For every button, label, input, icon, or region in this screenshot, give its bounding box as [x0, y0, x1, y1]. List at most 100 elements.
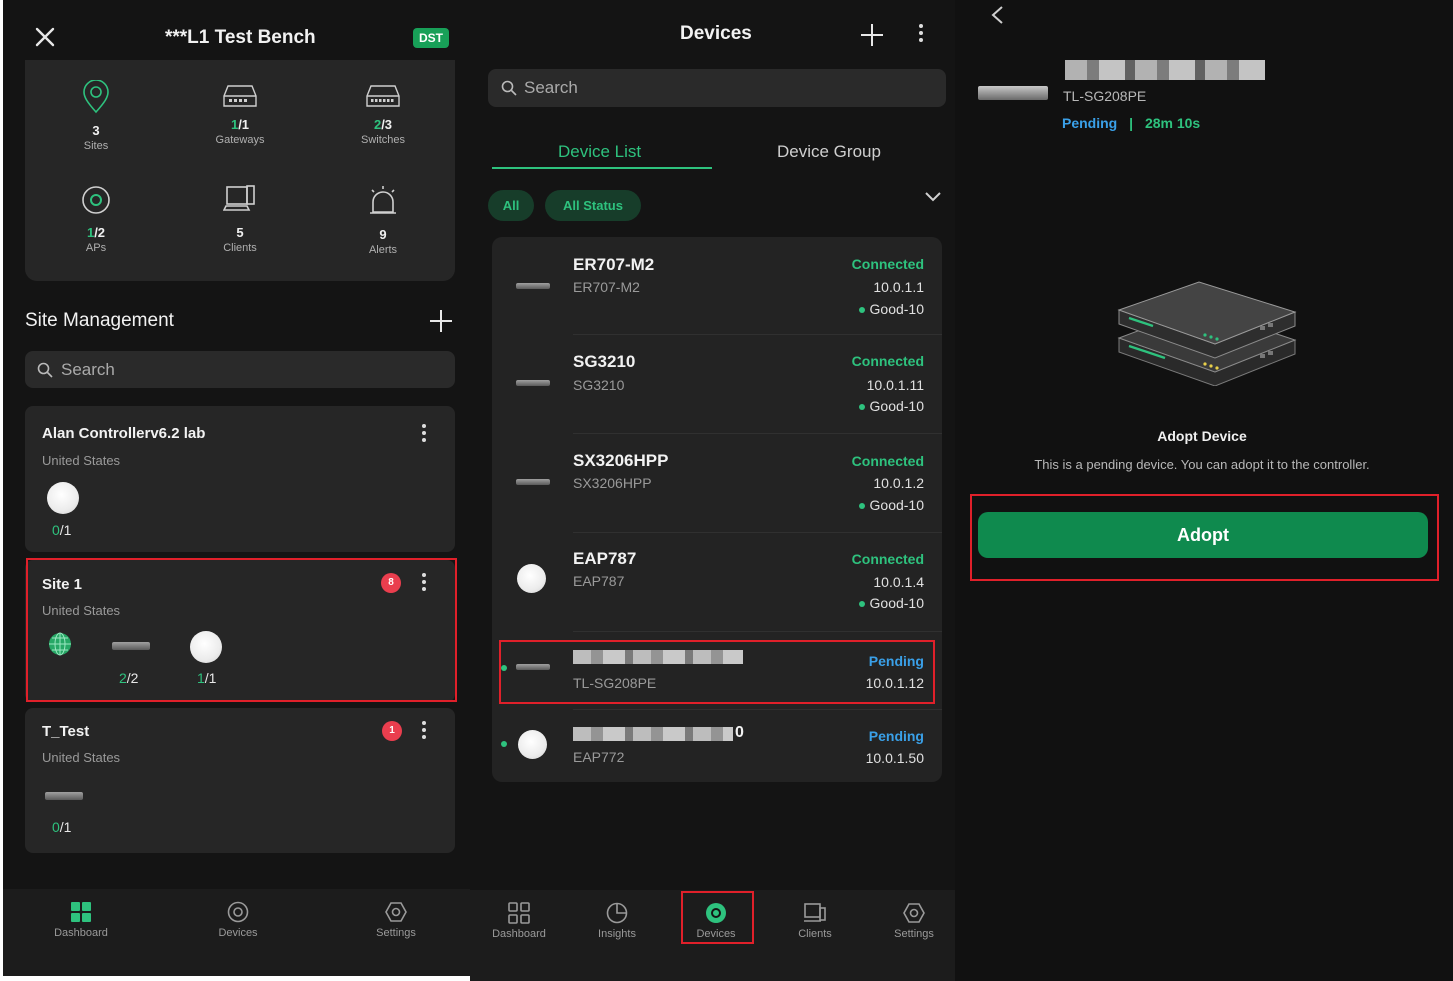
switch-icon: [516, 664, 550, 670]
alert-count-badge: 1: [382, 721, 402, 741]
site-card-t-test[interactable]: T_Test United States 1 0/1: [25, 708, 455, 853]
site-card-site1[interactable]: Site 1 United States 8 2/2 1/1: [25, 560, 455, 702]
stat-label: Switches: [360, 134, 406, 146]
stat-alerts[interactable]: 9 Alerts: [328, 184, 438, 256]
device-row[interactable]: EAP787 EAP787 Connected 10.0.1.4 Good-10: [492, 533, 942, 630]
site-name: T_Test: [42, 723, 90, 740]
stat-value: 3: [92, 123, 100, 138]
device-detail-screen: TL-SG208PE Pending | 28m 10s Adopt Devic…: [955, 0, 1453, 981]
more-options-icon[interactable]: [419, 571, 429, 593]
dst-badge: DST: [413, 28, 449, 48]
stat-aps[interactable]: 1/2 APs: [41, 184, 151, 254]
tab-label: Clients: [798, 928, 832, 940]
device-row-pending[interactable]: 0 EAP772 Pending 10.0.1.50: [492, 710, 942, 780]
overview-stats-card: 3 Sites 1/1 Gateways 2/3 Switches 1/2 AP…: [25, 60, 455, 281]
switch-ratio: 0/1: [52, 819, 72, 835]
tab-devices[interactable]: Devices: [671, 902, 761, 940]
add-site-icon[interactable]: [429, 309, 453, 333]
redacted-device-name: [573, 727, 733, 741]
adopt-button[interactable]: Adopt: [978, 512, 1428, 558]
device-model: EAP787: [573, 573, 625, 589]
device-model: EAP772: [573, 749, 625, 765]
active-tab-indicator: [492, 167, 712, 169]
more-options-icon[interactable]: [419, 719, 429, 741]
site-management-title: Site Management: [25, 310, 174, 331]
router-icon: [516, 283, 550, 289]
globe-icon: [49, 632, 71, 656]
device-status: Pending: [1062, 115, 1118, 131]
device-row[interactable]: ER707-M2 ER707-M2 Connected 10.0.1.1 Goo…: [492, 237, 942, 334]
stat-gateways[interactable]: 1/1 Gateways: [185, 84, 295, 146]
close-icon[interactable]: [35, 27, 55, 47]
stat-label: Alerts: [368, 244, 398, 256]
site-search-input[interactable]: Search: [25, 351, 455, 388]
stat-value: 9: [379, 227, 387, 242]
tab-clients[interactable]: Clients: [770, 902, 860, 940]
device-ip: 10.0.1.12: [865, 675, 924, 691]
new-device-dot: [501, 665, 507, 671]
device-row[interactable]: SX3206HPP SX3206HPP Connected 10.0.1.2 G…: [492, 434, 942, 531]
tab-device-list[interactable]: Device List: [558, 142, 641, 162]
gateway-icon: [223, 85, 257, 107]
ap-device-icon: [517, 564, 546, 593]
bottom-tab-bar: Dashboard Insights Devices Clients Setti…: [470, 890, 955, 981]
site-country: United States: [42, 603, 121, 618]
stat-value: 5: [236, 225, 244, 240]
tab-insights[interactable]: Insights: [572, 902, 662, 940]
device-health: Good-10: [859, 595, 924, 611]
tab-label: Insights: [598, 928, 636, 940]
filter-chip-all[interactable]: All: [488, 190, 534, 221]
stat-label: Clients: [223, 242, 257, 254]
redacted-device-name: [1065, 60, 1265, 80]
tab-label: Settings: [894, 928, 934, 940]
switch-icon: [366, 85, 400, 107]
search-placeholder: Search: [61, 359, 115, 379]
device-ip: 10.0.1.4: [873, 574, 924, 590]
chevron-down-icon[interactable]: [924, 191, 942, 203]
device-name: 0: [735, 724, 744, 741]
switch-icon: [516, 479, 550, 485]
device-search-input[interactable]: Search: [488, 69, 946, 107]
tab-dashboard[interactable]: Dashboard: [474, 902, 564, 940]
site-country: United States: [42, 453, 121, 468]
switch-device-icon: [112, 642, 150, 650]
tab-label: Devices: [696, 928, 736, 940]
client-icon: [222, 185, 255, 211]
switch-thumbnail-icon: [978, 86, 1048, 100]
alert-count-badge: 8: [381, 573, 401, 593]
tab-devices[interactable]: Devices: [193, 901, 283, 939]
switch-device-icon: [45, 792, 83, 800]
bottom-tab-bar: Dashboard Devices Settings: [3, 889, 470, 976]
back-arrow-icon[interactable]: [990, 5, 1004, 25]
add-device-icon[interactable]: [860, 23, 884, 47]
device-ip: 10.0.1.50: [865, 750, 924, 766]
stat-label: Gateways: [215, 134, 265, 146]
stat-clients[interactable]: 5 Clients: [185, 184, 295, 254]
tab-settings[interactable]: Settings: [351, 901, 441, 939]
switch-ratio: 2/2: [119, 670, 139, 686]
more-options-icon[interactable]: [916, 22, 926, 44]
tab-settings[interactable]: Settings: [869, 902, 955, 940]
stat-label: APs: [85, 242, 107, 254]
page-title: ***L1 Test Bench: [165, 27, 316, 48]
tab-dashboard[interactable]: Dashboard: [36, 901, 126, 939]
device-row-pending[interactable]: TL-SG208PE Pending 10.0.1.12: [492, 639, 942, 705]
stat-sites[interactable]: 3 Sites: [41, 79, 151, 152]
status-separator: |: [1129, 115, 1134, 131]
divider: [573, 631, 942, 632]
site-card-alan[interactable]: Alan Controllerv6.2 lab United States 0/…: [25, 406, 455, 552]
settings-icon: [903, 903, 925, 923]
site-pin-icon: [83, 79, 109, 114]
settings-icon: [385, 902, 407, 922]
site-name: Site 1: [42, 576, 83, 593]
tab-device-group[interactable]: Device Group: [777, 142, 881, 162]
device-ip: 10.0.1.1: [873, 279, 924, 295]
device-status: Pending: [868, 728, 924, 744]
device-row[interactable]: SG3210 SG3210 Connected 10.0.1.11 Good-1…: [492, 335, 942, 432]
ap-ratio: 0/1: [52, 522, 72, 538]
adopt-heading: Adopt Device: [1157, 428, 1247, 444]
stat-switches[interactable]: 2/3 Switches: [328, 84, 438, 146]
more-options-icon[interactable]: [419, 422, 429, 444]
filter-chip-status[interactable]: All Status: [545, 190, 641, 221]
device-health: Good-10: [859, 301, 924, 317]
